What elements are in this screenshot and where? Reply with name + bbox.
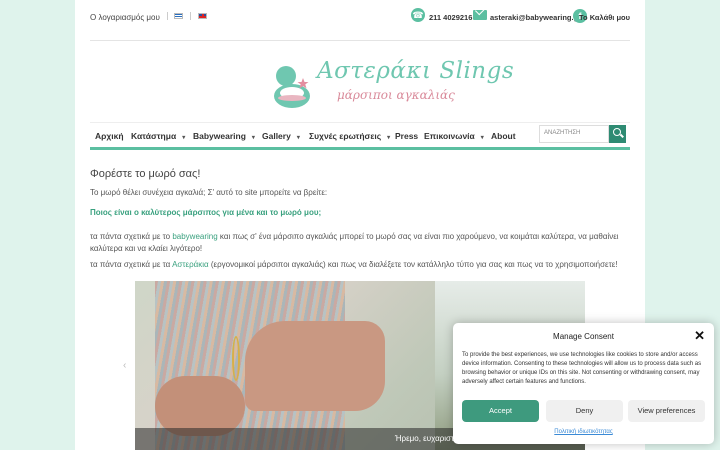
uk-flag-icon[interactable] bbox=[198, 13, 207, 19]
best-carrier-link[interactable]: Ποιος είναι ο καλύτερος μάρσιπος για μέν… bbox=[90, 208, 321, 217]
nav-item-about[interactable]: About bbox=[491, 131, 516, 141]
nav-item-babywearing[interactable]: Babywearing ▾ bbox=[193, 131, 255, 141]
top-bar: Ο λογαριασμός μου ☎ 211 4029216 asteraki… bbox=[90, 0, 630, 36]
greek-flag-icon[interactable] bbox=[174, 13, 183, 19]
phone-number[interactable]: 211 4029216 bbox=[429, 13, 472, 22]
divider bbox=[90, 40, 630, 41]
accept-button[interactable]: Accept bbox=[462, 400, 539, 422]
phone-icon: ☎ bbox=[411, 8, 425, 22]
divider bbox=[190, 12, 191, 20]
nav-item-contact[interactable]: Επικοινωνία ▾ bbox=[424, 131, 484, 141]
logo-title: Αστεράκι Slings bbox=[317, 58, 515, 84]
babywearing-link[interactable]: babywearing bbox=[172, 232, 217, 241]
slide-photo-arm bbox=[245, 321, 385, 411]
search-icon[interactable] bbox=[609, 125, 626, 143]
chevron-down-icon: ▾ bbox=[251, 135, 255, 141]
logo-subtitle: μάρσιποι αγκαλιάς bbox=[337, 88, 455, 102]
nav-item-home[interactable]: Αρχική bbox=[95, 131, 124, 141]
consent-text: To provide the best experiences, we use … bbox=[462, 352, 702, 385]
intro-text: Το μωρό θέλει συνέχεια αγκαλιά; Σ' αυτό … bbox=[90, 188, 328, 197]
close-icon[interactable]: ✕ bbox=[694, 328, 705, 344]
consent-title: Manage Consent bbox=[553, 332, 614, 341]
search-input[interactable]: ΑΝΑΖΗΤΗΣΗ bbox=[539, 125, 609, 143]
slide-photo-bracelet bbox=[232, 336, 240, 381]
email-link[interactable]: asteraki@babywearing.gr bbox=[490, 13, 581, 22]
mail-icon bbox=[473, 10, 487, 20]
deny-button[interactable]: Deny bbox=[546, 400, 623, 422]
cart-link[interactable]: Το Καλάθι μου bbox=[579, 13, 630, 22]
babywearing-paragraph: τα πάντα σχετικά με το babywearing και π… bbox=[90, 232, 619, 253]
nav-item-faq[interactable]: Συχνές ερωτήσεις ▾ bbox=[309, 131, 390, 141]
chevron-down-icon: ▾ bbox=[387, 135, 391, 141]
nav-item-press[interactable]: Press bbox=[395, 131, 418, 141]
divider bbox=[167, 12, 168, 20]
logo-baby-icon bbox=[274, 66, 310, 108]
chevron-down-icon: ▾ bbox=[182, 135, 186, 141]
slide-photo-hand bbox=[155, 376, 245, 436]
view-preferences-button[interactable]: View preferences bbox=[628, 400, 705, 422]
account-link[interactable]: Ο λογαριασμός μου bbox=[90, 13, 160, 22]
privacy-policy-link[interactable]: Πολιτική ιδιωτικότητας bbox=[453, 429, 714, 435]
page-title: Φορέστε το μωρό σας! bbox=[90, 168, 201, 180]
slider-prev-arrow[interactable]: ‹ bbox=[123, 360, 126, 371]
asterakia-paragraph: τα πάντα σχετικά με τα Αστεράκια (εργονο… bbox=[90, 260, 618, 269]
chevron-down-icon: ▾ bbox=[480, 135, 484, 141]
nav-item-gallery[interactable]: Gallery ▾ bbox=[262, 131, 300, 141]
main-nav: Αρχική Κατάστημα ▾ Babywearing ▾ Gallery ▾ … bbox=[90, 122, 630, 150]
nav-item-shop[interactable]: Κατάστημα ▾ bbox=[131, 131, 185, 141]
chevron-down-icon: ▾ bbox=[296, 135, 300, 141]
site-logo[interactable]: Αστεράκι Slings μάρσιποι αγκαλιάς bbox=[273, 58, 514, 114]
asterakia-link[interactable]: Αστεράκια bbox=[172, 260, 209, 269]
consent-dialog: Manage Consent ✕ To provide the best exp… bbox=[453, 323, 714, 444]
